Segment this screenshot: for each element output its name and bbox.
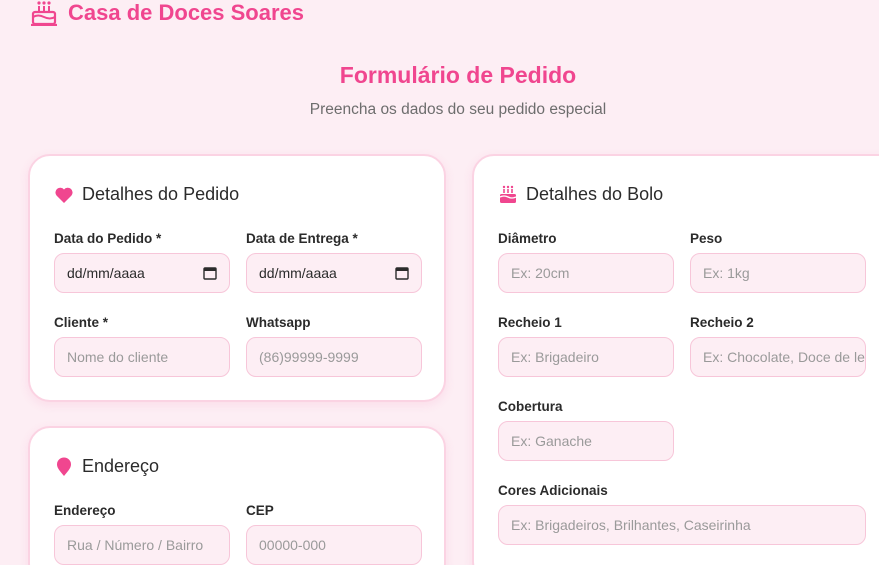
filling2-label: Recheio 2 (690, 315, 754, 330)
order-details-title: Detalhes do Pedido (82, 184, 240, 204)
address-header: Endereço (54, 456, 159, 477)
whatsapp-input[interactable]: (86)99999-9999 (246, 337, 422, 377)
cake-details-card: Detalhes do Bolo Diâmetro Ex: 20cm Peso … (472, 154, 879, 565)
cep-input[interactable]: 00000-000 (246, 525, 422, 565)
delivery-date-value: dd/mm/aaaa (259, 265, 337, 281)
address-card: Endereço Endereço Rua / Número / Bairro … (28, 426, 446, 565)
filling1-label: Recheio 1 (498, 315, 562, 330)
page-title: Formulário de Pedido (339, 62, 577, 88)
client-input[interactable]: Nome do cliente (54, 337, 230, 377)
cake-icon (31, 1, 57, 26)
whatsapp-label: Whatsapp (246, 315, 311, 330)
address-input[interactable]: Rua / Número / Bairro (54, 525, 230, 565)
brand-name: Casa de Doces Soares (68, 0, 305, 25)
address-title: Endereço (82, 456, 160, 476)
calendar-icon[interactable] (203, 266, 217, 280)
weight-label: Peso (690, 231, 723, 246)
cake-details-header: Detalhes do Bolo (498, 184, 663, 205)
order-date-label: Data do Pedido * (54, 231, 162, 246)
delivery-date-input[interactable]: dd/mm/aaaa (246, 253, 422, 293)
delivery-date-label: Data de Entrega * (246, 231, 358, 246)
cep-label: CEP (246, 503, 274, 518)
cake-details-title: Detalhes do Bolo (526, 184, 664, 204)
diameter-label: Diâmetro (498, 231, 557, 246)
brand: Casa de Doces Soares (30, 0, 304, 26)
filling1-input[interactable]: Ex: Brigadeiro (498, 337, 674, 377)
weight-input[interactable]: Ex: 1kg (690, 253, 866, 293)
topping-label: Cobertura (498, 399, 563, 414)
map-pin-icon (57, 457, 71, 476)
colors-input[interactable]: Ex: Brigadeiros, Brilhantes, Caseirinha (498, 505, 866, 545)
order-date-input[interactable]: dd/mm/aaaa (54, 253, 230, 293)
heart-icon (55, 187, 73, 203)
calendar-icon[interactable] (395, 266, 409, 280)
order-details-header: Detalhes do Pedido (54, 184, 239, 205)
order-details-card: Detalhes do Pedido Data do Pedido * dd/m… (28, 154, 446, 402)
diameter-input[interactable]: Ex: 20cm (498, 253, 674, 293)
page-subtitle: Preencha os dados do seu pedido especial (309, 101, 607, 118)
address-label: Endereço (54, 503, 116, 518)
cake-icon (499, 185, 517, 203)
topping-input[interactable]: Ex: Ganache (498, 421, 674, 461)
order-date-value: dd/mm/aaaa (67, 265, 145, 281)
client-label: Cliente * (54, 315, 109, 330)
colors-label: Cores Adicionais (498, 483, 608, 498)
filling2-input[interactable]: Ex: Chocolate, Doce de leite (690, 337, 866, 377)
